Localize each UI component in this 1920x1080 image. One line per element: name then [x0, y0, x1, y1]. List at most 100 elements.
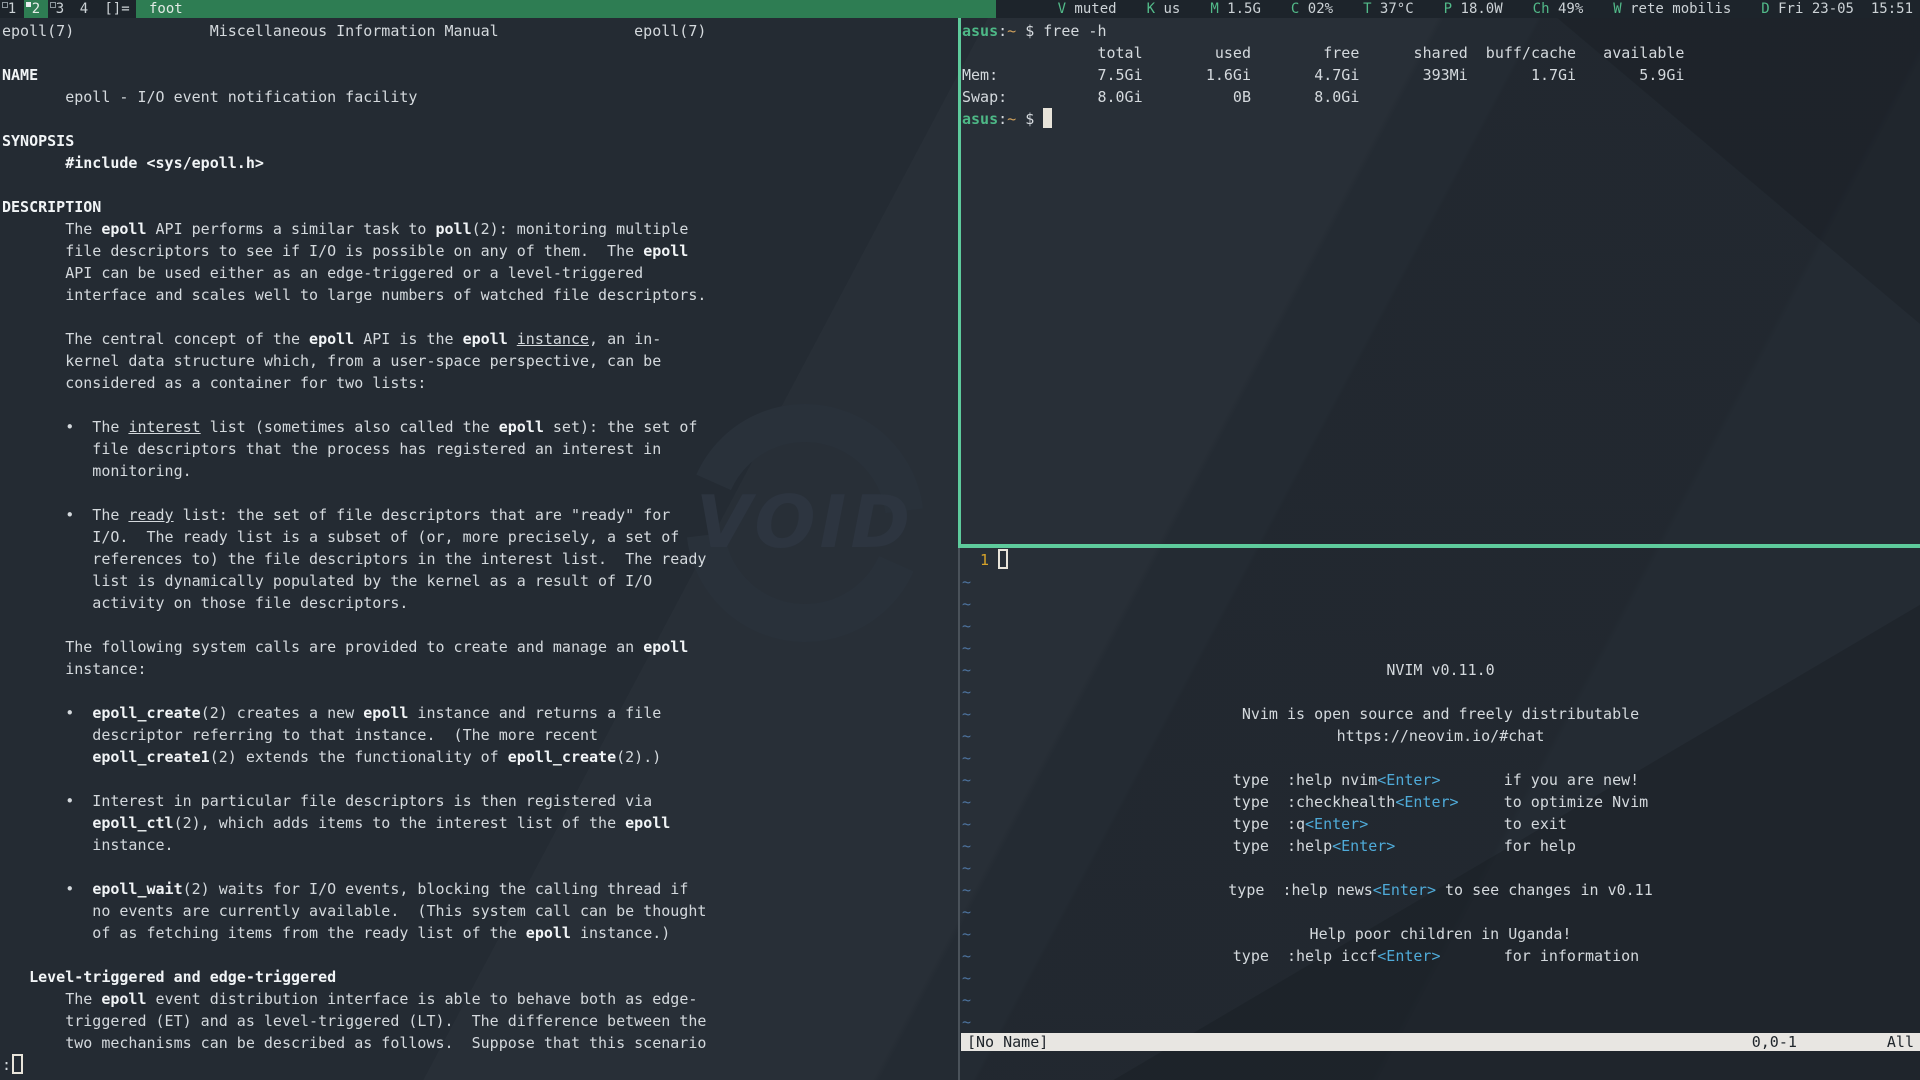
man-line: • epoll_wait(2) waits for I/O events, bl…	[2, 878, 958, 900]
text-segment: epoll	[643, 638, 688, 656]
nvim-cursor	[998, 549, 1008, 569]
text-segment: monitoring.	[2, 462, 192, 480]
nvim-filename: [No Name]	[967, 1033, 1048, 1051]
man-line: epoll_ctl(2), which adds items to the in…	[2, 812, 958, 834]
text-segment: <Enter>	[1395, 793, 1458, 811]
text-segment: epoll	[363, 704, 408, 722]
text-segment: to see changes in v0.11	[1436, 881, 1653, 899]
vertical-split-border[interactable]	[958, 18, 961, 544]
text-segment: :	[998, 22, 1007, 40]
text-segment: :	[998, 110, 1007, 128]
text-segment: epoll_create1	[92, 748, 209, 766]
man-line: NAME	[2, 64, 958, 86]
text-segment	[508, 330, 517, 348]
status-value: us	[1155, 1, 1180, 17]
tag-label: 1	[8, 1, 16, 17]
text-segment: $	[1016, 110, 1043, 128]
text-segment: epoll	[625, 814, 670, 832]
text-segment: list (sometimes also called the	[201, 418, 499, 436]
man-line: of as fetching items from the ready list…	[2, 922, 958, 944]
tag-label: 3	[56, 1, 64, 17]
workspace-tag-4[interactable]: 4	[72, 0, 96, 18]
nvim-intro-line: type :help nvim<Enter> if you are new!	[1233, 769, 1648, 791]
status-key: M	[1210, 1, 1218, 17]
nvim-empty-line: ~	[962, 1011, 971, 1033]
nvim-empty-line: ~	[962, 659, 971, 681]
text-segment: considered as a container for two lists:	[2, 374, 426, 392]
horizontal-split-border[interactable]	[958, 544, 1920, 548]
nvim-tilde: ~	[962, 573, 971, 591]
man-line	[2, 944, 958, 966]
nvim-tilde: ~	[962, 595, 971, 613]
text-segment: I/O. The ready list is a subset of (or, …	[2, 528, 679, 546]
text-segment: references to) the file descriptors in t…	[2, 550, 706, 568]
nvim-pane[interactable]: 1 ~~~~~~~~~~~~~~~~~~~~~ NVIM v0.11.0Nvim…	[961, 549, 1920, 1080]
man-line: epoll_create1(2) extends the functionali…	[2, 746, 958, 768]
text-segment: two mechanisms can be described as follo…	[2, 1034, 706, 1052]
pager-prompt-line[interactable]: :	[2, 1054, 23, 1076]
nvim-empty-line: ~	[962, 571, 971, 593]
status-item-ch: Ch 49%	[1533, 0, 1584, 18]
text-segment: epoll_create	[92, 704, 200, 722]
man-line: • Interest in particular file descriptor…	[2, 790, 958, 812]
text-segment: file descriptors that the process has re…	[2, 440, 661, 458]
text-segment: NAME	[2, 66, 38, 84]
text-segment: if you are new!	[1441, 771, 1649, 789]
man-line: monitoring.	[2, 460, 958, 482]
text-segment: epoll	[643, 242, 688, 260]
man-line: epoll(7) Miscellaneous Information Manua…	[2, 20, 958, 42]
man-line	[2, 394, 958, 416]
text-segment: ~	[1007, 110, 1016, 128]
nvim-empty-line: ~	[962, 791, 971, 813]
man-line: kernel data structure which, from a user…	[2, 350, 958, 372]
workspace-tag-3[interactable]: 3	[48, 0, 72, 18]
text-segment: (2) waits for I/O events, blocking the c…	[183, 880, 689, 898]
layout-indicator[interactable]: []=	[100, 0, 134, 18]
nvim-tilde: ~	[962, 969, 971, 987]
man-line	[2, 108, 958, 130]
man-line: • The interest list (sometimes also call…	[2, 416, 958, 438]
nvim-intro-line: type :help<Enter> for help	[1233, 835, 1648, 857]
status-item-m: M 1.5G	[1210, 0, 1261, 18]
status-modules: V mutedK usM 1.5GC 02%T 37°CP 18.0WCh 49…	[1000, 0, 1920, 18]
nvim-cursor-position: 0,0-1	[1752, 1033, 1797, 1051]
status-key: W	[1613, 1, 1621, 17]
man-line: #include <sys/epoll.h>	[2, 152, 958, 174]
text-segment: list: the set of file descriptors that a…	[174, 506, 671, 524]
workspace-tag-2[interactable]: 2	[24, 0, 48, 18]
status-value: 18.0W	[1452, 1, 1503, 17]
text-segment: of as fetching items from the ready list…	[2, 924, 526, 942]
text-segment: epoll	[309, 330, 354, 348]
status-bar: 1234 []= foot V mutedK usM 1.5GC 02%T 37…	[0, 0, 1920, 18]
text-segment: NVIM v0.11.0	[1386, 661, 1494, 679]
terminal-pane[interactable]: asus:~ $ free -h total used free shared …	[962, 20, 1918, 130]
text-segment: activity on those file descriptors.	[2, 594, 408, 612]
text-segment: The	[2, 990, 101, 1008]
man-line: epoll - I/O event notification facility	[2, 86, 958, 108]
text-segment: #include <sys/epoll.h>	[65, 154, 264, 172]
nvim-empty-line: ~	[962, 901, 971, 923]
text-segment	[2, 748, 92, 766]
nvim-empty-line: ~	[962, 835, 971, 857]
terminal-content: asus:~ $ free -h total used free shared …	[962, 20, 1918, 130]
status-item-p: P 18.0W	[1444, 0, 1503, 18]
text-segment: (2) creates a new	[201, 704, 364, 722]
text-segment: (2) extends the functionality of	[210, 748, 508, 766]
workspace-tag-1[interactable]: 1	[0, 0, 24, 18]
nvim-tilde: ~	[962, 881, 971, 899]
tag-label: 4	[80, 1, 88, 17]
man-line: The central concept of the epoll API is …	[2, 328, 958, 350]
status-item-k: K us	[1147, 0, 1181, 18]
text-segment: • Interest in particular file descriptor…	[2, 792, 652, 810]
text-segment: (2): monitoring multiple	[472, 220, 689, 238]
text-segment: asus	[962, 110, 998, 128]
man-page-pane[interactable]: epoll(7) Miscellaneous Information Manua…	[2, 20, 958, 1054]
nvim-empty-line: ~	[962, 593, 971, 615]
man-line: The epoll API performs a similar task to…	[2, 218, 958, 240]
nvim-tilde: ~	[962, 705, 971, 723]
nvim-intro-line: type :help iccf<Enter> for information	[1233, 945, 1648, 967]
man-line: • epoll_create(2) creates a new epoll in…	[2, 702, 958, 724]
text-segment: <Enter>	[1377, 947, 1440, 965]
text-segment: epoll_wait	[92, 880, 182, 898]
vertical-split-border-inactive[interactable]	[958, 548, 960, 1080]
